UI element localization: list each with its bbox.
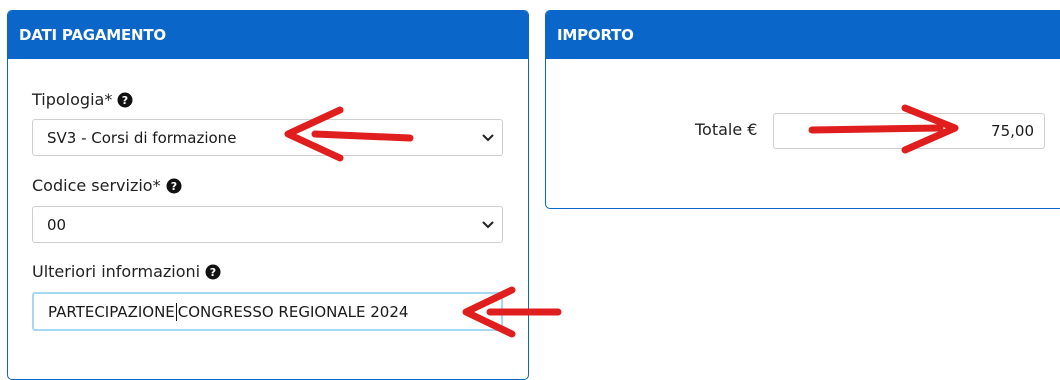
question-circle-icon[interactable]: ? (117, 92, 133, 108)
panel-title: IMPORTO (557, 26, 634, 44)
codice-servizio-label: Codice servizio* ? (32, 176, 182, 195)
question-circle-icon[interactable]: ? (205, 264, 221, 280)
svg-text:?: ? (122, 94, 128, 107)
tipologia-label: Tipologia* ? (32, 90, 133, 109)
chevron-down-icon (482, 134, 494, 141)
tipologia-select[interactable]: SV3 - Corsi di formazione (32, 119, 503, 156)
total-amount-field[interactable]: 75,00 (773, 113, 1045, 149)
text-caret (175, 302, 177, 321)
ulteriori-informazioni-input[interactable]: PARTECIPAZIONE CONGRESSO REGIONALE 2024 (32, 292, 503, 331)
panel-title: DATI PAGAMENTO (19, 26, 166, 44)
chevron-down-icon (482, 221, 494, 228)
svg-text:?: ? (210, 266, 216, 279)
question-circle-icon[interactable]: ? (166, 178, 182, 194)
codice-servizio-select[interactable]: 00 (32, 206, 503, 243)
total-label: Totale € (695, 120, 758, 139)
amount-panel: IMPORTO (545, 10, 1060, 209)
panel-header: DATI PAGAMENTO (8, 11, 528, 59)
svg-text:?: ? (170, 180, 176, 193)
panel-header: IMPORTO (546, 11, 1060, 59)
ulteriori-informazioni-label: Ulteriori informazioni ? (32, 262, 221, 281)
